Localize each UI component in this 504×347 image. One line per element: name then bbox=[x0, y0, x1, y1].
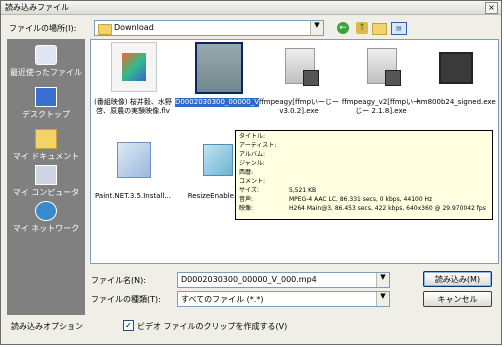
place-my-computer[interactable]: マイ コンピュータ bbox=[7, 163, 85, 203]
file-name: ffmpeagy_v2[ffmpいーじー 2.1.8].exe bbox=[341, 98, 421, 115]
installer-icon bbox=[277, 42, 321, 90]
place-label: マイ コンピュータ bbox=[12, 188, 80, 197]
tooltip-key: コメント: bbox=[239, 178, 266, 185]
places-bar: 最近使ったファイル デスクトップ マイ ドキュメント マイ コンピュータ マイ … bbox=[7, 39, 85, 315]
back-button[interactable]: ← bbox=[335, 20, 351, 36]
create-clips-label[interactable]: ビデオ ファイルのクリップを作成する(V) bbox=[137, 321, 287, 332]
place-label: デスクトップ bbox=[22, 110, 70, 119]
place-label: マイ ドキュメント bbox=[12, 152, 80, 161]
chevron-down-icon[interactable]: ▼ bbox=[310, 21, 323, 35]
documents-icon bbox=[35, 129, 57, 149]
tooltip-key: サイズ: bbox=[239, 187, 259, 194]
tooltip-key: 音声: bbox=[239, 196, 254, 203]
new-folder-button[interactable] bbox=[371, 20, 387, 36]
tooltip-key: 映像: bbox=[239, 205, 254, 212]
import-options-label: 読み込みオプション bbox=[11, 322, 83, 331]
file-name: hm800b24_signed.exe bbox=[416, 98, 496, 106]
tooltip-key: タイトル: bbox=[239, 133, 266, 140]
filename-value: D0002030300_00000_V_000.mp4 bbox=[181, 275, 317, 284]
file-name: D0002030300_00000_V_000.mp4 bbox=[175, 98, 294, 107]
app-icon bbox=[433, 42, 477, 90]
paint-icon bbox=[111, 136, 155, 184]
place-my-network[interactable]: マイ ネットワーク bbox=[7, 199, 85, 239]
place-label: 最近使ったファイル bbox=[10, 68, 82, 77]
file-list[interactable]: (番組映像) 桜井毅、水野 啓、原農の実験映像.flv D0002030300_… bbox=[90, 39, 499, 264]
filetype-value: すべてのファイル (*.*) bbox=[181, 295, 264, 304]
folder-icon bbox=[98, 24, 112, 35]
close-button[interactable]: × bbox=[485, 2, 498, 14]
up-folder-icon: ↑ bbox=[356, 22, 368, 34]
cancel-button[interactable]: キャンセル bbox=[423, 291, 492, 307]
filetype-select[interactable]: すべてのファイル (*.*) ▼ bbox=[177, 291, 390, 307]
title-bar: 読み込みファイル × bbox=[1, 1, 501, 15]
installer-icon bbox=[359, 42, 403, 90]
tooltip-value: H264 Main@3, 86.453 secs, 422 kbps, 640x… bbox=[289, 205, 486, 212]
tooltip-key: 西暦: bbox=[239, 169, 254, 176]
video-thumbnail bbox=[195, 42, 243, 94]
tooltip-key: アルバム: bbox=[239, 151, 265, 158]
filename-label: ファイル名(N): bbox=[91, 276, 146, 285]
dialog-title: 読み込みファイル bbox=[5, 3, 69, 12]
media-file-icon bbox=[111, 42, 157, 92]
place-desktop[interactable]: デスクトップ bbox=[7, 85, 85, 125]
back-icon: ← bbox=[337, 22, 349, 34]
file-name: Paint.NET.3.5.Install... bbox=[95, 192, 171, 200]
new-folder-icon bbox=[372, 23, 387, 35]
open-file-dialog: 読み込みファイル × ファイルの場所(I): Download ▼ ← ↑ ▤ … bbox=[0, 0, 502, 345]
views-icon: ▤ bbox=[391, 22, 407, 35]
open-button[interactable]: 読み込み(M) bbox=[423, 271, 492, 287]
desktop-icon bbox=[35, 87, 57, 107]
tooltip-key: アーティスト: bbox=[239, 142, 277, 149]
views-menu-button[interactable]: ▤ bbox=[389, 20, 409, 36]
tooltip-value: 5,521 KB bbox=[289, 187, 317, 194]
file-info-tooltip: タイトル: アーティスト: アルバム: ジャンル: 西暦: コメント: サイズ:… bbox=[235, 130, 493, 220]
tooltip-value: MPEG-4 AAC LC, 86.331 secs, 0 kbps, 4410… bbox=[289, 196, 433, 203]
zip-icon bbox=[195, 136, 239, 184]
filename-input[interactable]: D0002030300_00000_V_000.mp4 ▼ bbox=[177, 272, 390, 288]
filetype-label: ファイルの種類(T): bbox=[91, 295, 161, 304]
look-in-dropdown[interactable]: Download ▼ bbox=[94, 20, 324, 36]
tooltip-key: ジャンル: bbox=[239, 160, 265, 167]
up-folder-button[interactable]: ↑ bbox=[354, 20, 370, 36]
create-clips-checkbox[interactable]: ✓ bbox=[123, 320, 134, 331]
network-icon bbox=[35, 201, 57, 221]
place-recent[interactable]: 最近使ったファイル bbox=[7, 43, 85, 83]
recent-icon bbox=[35, 45, 57, 65]
place-my-documents[interactable]: マイ ドキュメント bbox=[7, 127, 85, 167]
computer-icon bbox=[35, 165, 57, 185]
chevron-down-icon[interactable]: ▼ bbox=[376, 273, 389, 287]
file-name: (番組映像) 桜井毅、水野 啓、原農の実験映像.flv bbox=[94, 98, 172, 115]
file-name: ffmpeagy[ffmpいーじー v3.0.2].exe bbox=[258, 98, 340, 115]
place-label: マイ ネットワーク bbox=[12, 224, 80, 233]
look-in-value: Download bbox=[114, 23, 154, 32]
chevron-down-icon[interactable]: ▼ bbox=[376, 292, 389, 306]
look-in-label: ファイルの場所(I): bbox=[9, 24, 77, 33]
